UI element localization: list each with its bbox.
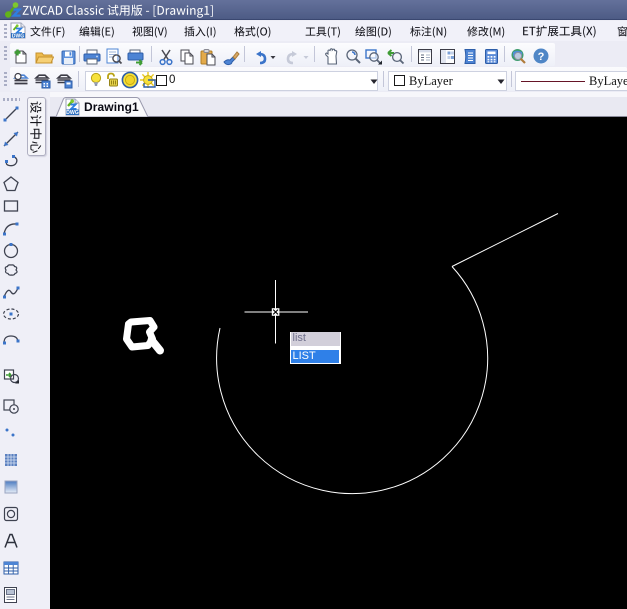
svg-text:DWG: DWG: [12, 33, 24, 39]
svg-text:DWG: DWG: [66, 110, 79, 116]
svg-text:?: ?: [537, 51, 544, 63]
